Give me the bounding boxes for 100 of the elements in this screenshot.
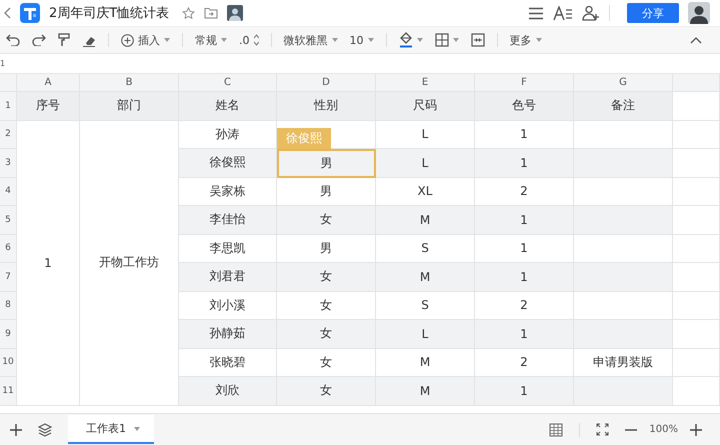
table-cell — [673, 292, 720, 320]
table-cell — [673, 206, 720, 234]
logo-icon — [20, 3, 40, 23]
table-cell — [673, 348, 720, 377]
zoom-in-icon[interactable] — [690, 424, 702, 436]
stepper-icon — [254, 34, 258, 46]
table-header-cell: 尺码 — [376, 92, 475, 120]
paint-bucket-icon — [398, 32, 412, 48]
table-cell: L — [376, 120, 475, 149]
table-cell: 2 — [475, 292, 574, 320]
caret-icon — [452, 38, 458, 42]
column-header[interactable]: B — [80, 74, 179, 92]
image-icon[interactable] — [227, 5, 244, 21]
row-header[interactable]: 7 — [0, 263, 17, 292]
column-header[interactable]: C — [179, 74, 277, 92]
table-header-cell: 备注 — [574, 92, 673, 120]
collaborator-label: 徐俊熙 — [277, 128, 331, 149]
avatar-icon[interactable] — [688, 2, 710, 24]
collapse-icon[interactable] — [690, 36, 702, 44]
table-cell: 孙涛 — [179, 120, 277, 149]
back-icon[interactable] — [4, 7, 11, 19]
table-cell — [673, 178, 720, 206]
row-header[interactable]: 9 — [0, 320, 17, 348]
column-header[interactable]: F — [475, 74, 574, 92]
row-header[interactable]: 4 — [0, 178, 17, 206]
caret-icon — [416, 38, 422, 42]
font-size-dropdown[interactable]: 10 — [350, 34, 374, 46]
share-button[interactable]: 分享 — [627, 3, 679, 23]
table-header-cell: 性别 — [277, 92, 376, 120]
row-header[interactable]: 8 — [0, 292, 17, 320]
column-header[interactable]: D — [277, 74, 376, 92]
add-user-icon[interactable] — [582, 5, 600, 21]
table-cell: 张晓碧 — [179, 348, 277, 377]
row-header[interactable]: 3 — [0, 149, 17, 178]
table-header-cell: 序号 — [17, 92, 80, 120]
borders-icon — [434, 33, 448, 47]
layers-icon[interactable] — [38, 422, 52, 436]
table-header-cell: 部门 — [80, 92, 179, 120]
table-cell: 女 — [277, 377, 376, 406]
document-title: 2周年司庆T恤统计表 — [49, 5, 170, 22]
table-cell: M — [376, 206, 475, 234]
caret-icon — [332, 38, 338, 42]
table-cell: 开物工作坊 — [80, 120, 179, 406]
table-cell — [673, 149, 720, 178]
row-header[interactable]: 10 — [0, 348, 17, 377]
text-format-icon[interactable] — [553, 6, 573, 20]
table-cell: 1 — [475, 320, 574, 348]
table-cell: 男 — [277, 234, 376, 263]
undo-icon[interactable] — [6, 34, 20, 46]
table-header-cell: 色号 — [475, 92, 574, 120]
table-cell: 吴家栋 — [179, 178, 277, 206]
add-sheet-icon[interactable] — [10, 424, 22, 436]
row-header[interactable]: 11 — [0, 377, 17, 406]
sheet-tab[interactable]: 工作表1 — [68, 415, 154, 444]
decimal-button[interactable]: .0 — [239, 34, 258, 46]
folder-icon[interactable] — [204, 7, 218, 19]
table-cell — [673, 377, 720, 406]
table-cell: M — [376, 348, 475, 377]
borders-button[interactable] — [434, 33, 458, 47]
table-cell: 1 — [475, 120, 574, 149]
row-header[interactable]: 1 — [0, 92, 17, 120]
table-cell: 申请男装版 — [574, 348, 673, 377]
column-header[interactable]: G — [574, 74, 673, 92]
fill-color-button[interactable] — [398, 32, 422, 48]
caret-icon — [368, 38, 374, 42]
table-cell: 孙静茹 — [179, 320, 277, 348]
table-cell — [673, 263, 720, 292]
format-painter-icon[interactable] — [58, 33, 70, 47]
font-dropdown[interactable]: 微软雅黑 — [284, 32, 338, 48]
table-cell: 女 — [277, 320, 376, 348]
fullscreen-icon[interactable] — [596, 423, 610, 436]
table-cell: 刘小溪 — [179, 292, 277, 320]
caret-icon — [134, 426, 140, 430]
star-icon[interactable] — [182, 6, 196, 20]
table-cell: L — [376, 320, 475, 348]
column-header[interactable]: A — [17, 74, 80, 92]
redo-icon[interactable] — [32, 34, 46, 46]
table-cell: 1 — [475, 149, 574, 178]
table-cell: S — [376, 234, 475, 263]
menu-icon[interactable] — [528, 6, 544, 20]
gridlines-icon[interactable] — [549, 422, 564, 436]
table-cell: 1 — [475, 263, 574, 292]
table-header-cell: 姓名 — [179, 92, 277, 120]
column-header[interactable]: E — [376, 74, 475, 92]
row-header[interactable]: 2 — [0, 120, 17, 149]
zoom-level: 100% — [649, 424, 678, 435]
table-cell: 女 — [277, 292, 376, 320]
table-cell: 李思凯 — [179, 234, 277, 263]
row-header[interactable]: 6 — [0, 234, 17, 263]
table-cell: S — [376, 292, 475, 320]
table-cell: 1 — [17, 120, 80, 406]
insert-button[interactable]: 插入 — [121, 32, 170, 48]
table-cell: 女 — [277, 348, 376, 377]
formula-bar[interactable]: 1 — [0, 53, 720, 74]
number-format-dropdown[interactable]: 常规 — [195, 32, 227, 48]
merge-cells-icon[interactable] — [470, 33, 484, 47]
plus-circle-icon — [121, 34, 134, 46]
more-dropdown[interactable]: 更多 — [510, 32, 542, 48]
row-header[interactable]: 5 — [0, 206, 17, 234]
cell-reference: 1 — [0, 59, 6, 68]
